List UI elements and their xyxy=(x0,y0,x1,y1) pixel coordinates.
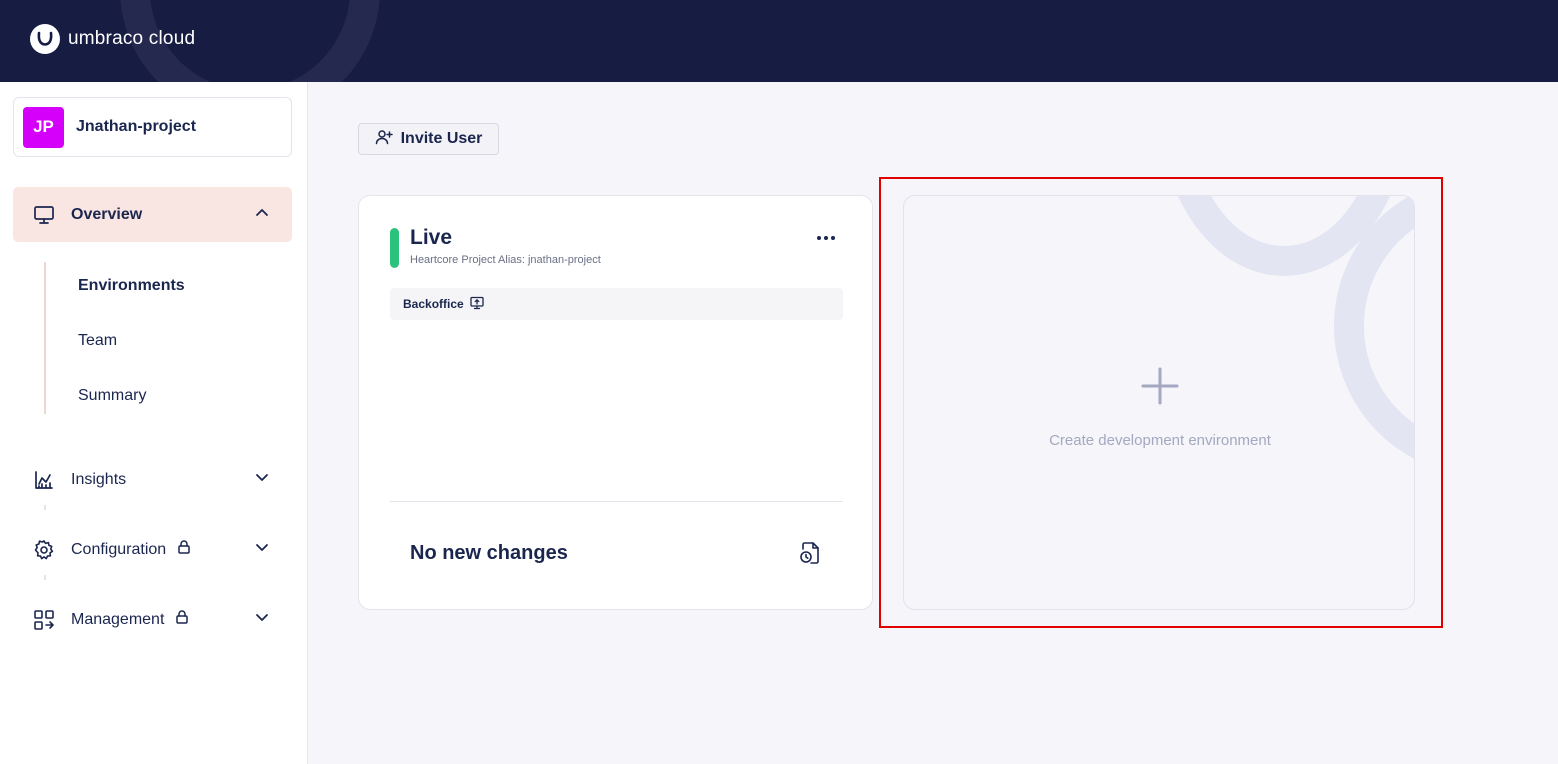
nav-configuration-label: Configuration xyxy=(71,540,167,558)
brand-text: umbraco cloud xyxy=(68,28,196,49)
card-divider xyxy=(390,501,843,502)
project-name: Jnathan-project xyxy=(76,118,197,135)
backoffice-link[interactable]: Backoffice xyxy=(390,288,843,320)
create-environment-label: Create development environment xyxy=(1049,432,1271,449)
project-avatar: JP xyxy=(23,106,64,148)
nav-overview-label: Overview xyxy=(71,205,143,223)
file-history-icon[interactable] xyxy=(799,541,821,570)
more-options-icon[interactable] xyxy=(817,236,835,240)
add-user-icon xyxy=(375,128,393,151)
chevron-down-icon[interactable] xyxy=(254,539,270,560)
nav-separator xyxy=(44,505,46,510)
sidebar: JP Jnathan-project Overview Environments… xyxy=(0,82,308,764)
nav-insights[interactable]: Insights xyxy=(13,452,292,507)
gear-icon xyxy=(33,539,55,561)
subnav-line xyxy=(44,262,46,414)
lock-icon xyxy=(176,539,192,560)
environment-alias: Heartcore Project Alias: jnathan-project xyxy=(410,254,601,266)
chart-icon xyxy=(33,469,55,491)
top-header: umbraco cloud xyxy=(0,0,1558,82)
environment-name: Live xyxy=(410,226,453,249)
invite-user-button[interactable]: Invite User xyxy=(358,123,499,155)
chevron-down-icon[interactable] xyxy=(254,469,270,490)
subnav-environments[interactable]: Environments xyxy=(78,277,185,295)
external-monitor-icon xyxy=(470,296,484,313)
brand[interactable]: umbraco cloud xyxy=(30,24,195,54)
environment-status-indicator xyxy=(390,228,399,268)
nav-insights-label: Insights xyxy=(71,470,127,488)
monitor-icon xyxy=(33,204,55,226)
nav-overview[interactable]: Overview xyxy=(13,187,292,242)
invite-user-label: Invite User xyxy=(400,130,483,147)
create-environment-card[interactable]: Create development environment xyxy=(903,195,1415,610)
management-icon xyxy=(33,609,55,631)
nav-configuration[interactable]: Configuration xyxy=(13,522,292,577)
no-changes-label: No new changes xyxy=(410,542,568,564)
nav-management[interactable]: Management xyxy=(13,592,292,647)
umbraco-logo-icon xyxy=(30,24,60,54)
backoffice-label: Backoffice xyxy=(403,297,464,311)
project-selector[interactable]: JP Jnathan-project xyxy=(13,97,292,157)
chevron-up-icon[interactable] xyxy=(254,204,270,225)
lock-icon xyxy=(174,609,190,630)
nav-separator xyxy=(44,575,46,580)
chevron-down-icon[interactable] xyxy=(254,609,270,630)
subnav-team[interactable]: Team xyxy=(78,332,117,350)
environment-card-live: Live Heartcore Project Alias: jnathan-pr… xyxy=(358,195,873,610)
nav-management-label: Management xyxy=(71,610,165,628)
plus-icon xyxy=(1140,366,1180,411)
subnav-summary[interactable]: Summary xyxy=(78,387,146,405)
